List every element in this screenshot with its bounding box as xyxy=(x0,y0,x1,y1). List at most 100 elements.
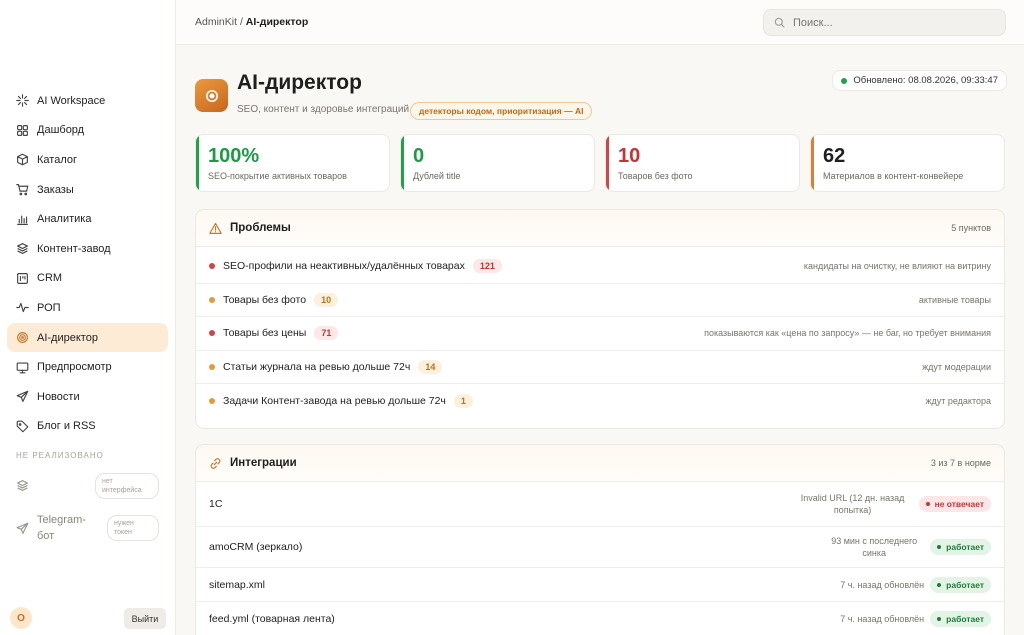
integration-row-amocrm[interactable]: amoCRM (зеркало) 93 мин с последнего син… xyxy=(196,527,1004,568)
status-text: работает xyxy=(946,579,984,590)
stat-value: 10 xyxy=(618,145,641,167)
status-dot-icon xyxy=(937,545,942,549)
problem-row[interactable]: Статьи журнала на ревью дольше 72ч 14 жд… xyxy=(196,351,1004,385)
box-icon xyxy=(17,154,28,166)
status-badge: работает xyxy=(930,611,991,627)
status-badge: работает xyxy=(930,576,991,593)
search-icon xyxy=(774,17,785,28)
problem-note: ждут модерации xyxy=(922,362,991,373)
sidebar-item-label: Предпросмотр xyxy=(37,361,112,374)
search-input[interactable] xyxy=(793,16,973,29)
problem-row[interactable]: SEO-профили на неактивных/удалённых това… xyxy=(196,250,1004,284)
sidebar-item-blog-rss[interactable]: Блог и RSS xyxy=(7,412,168,442)
status-dot-icon xyxy=(937,617,942,621)
target-icon xyxy=(205,89,218,102)
sidebar-item-preview[interactable]: Предпросмотр xyxy=(7,352,168,382)
sidebar-item-telegram-bot: Telegram-бот нужен токен xyxy=(16,512,159,544)
problem-text: Товары без фото xyxy=(223,293,307,306)
integration-name: 1С xyxy=(209,498,223,510)
problem-text: Товары без цены xyxy=(223,327,307,340)
status-dot-icon xyxy=(925,502,930,506)
stat-value: 0 xyxy=(413,145,425,167)
sidebar-item-label: РОП xyxy=(37,301,61,314)
sidebar-item-label: Дашборд xyxy=(37,124,85,137)
panel-meta: 5 пунктов xyxy=(951,223,991,233)
sidebar-item-catalog[interactable]: Каталог xyxy=(7,145,168,175)
sidebar-item-ai-workspace[interactable]: AI Workspace xyxy=(7,86,168,116)
logout-button[interactable]: Выйти xyxy=(124,608,166,629)
breadcrumb-separator: / xyxy=(239,16,243,28)
problems-panel-header: Проблемы 5 пунктов xyxy=(196,210,1004,247)
sidebar-item-crm[interactable]: CRM xyxy=(7,264,168,294)
sidebar-item-rop[interactable]: РОП xyxy=(7,293,168,323)
stat-card-duplicate-titles: 0 Дублей title xyxy=(400,134,595,192)
sidebar-item-label: CRM xyxy=(37,272,63,285)
status-badge: работает xyxy=(930,539,991,555)
problem-count: 14 xyxy=(418,360,443,375)
problem-text: Задачи Контент-завода на ревью дольше 72… xyxy=(223,395,446,408)
kanban-icon xyxy=(17,272,28,284)
status-text: работает xyxy=(946,542,984,552)
problem-row[interactable]: Товары без цены 71 показываются как «цен… xyxy=(196,317,1004,351)
page-subtitle: SEO, контент и здоровье интеграций xyxy=(237,104,410,115)
stat-label: Дублей title xyxy=(413,171,461,181)
sidebar-item-orders[interactable]: Заказы xyxy=(7,175,168,205)
stat-label: Материалов в контент-конвейере xyxy=(823,171,964,181)
problems-panel: Проблемы 5 пунктов SEO-профили на неакти… xyxy=(195,209,1005,429)
integration-name: feed.yml (товарная лента) xyxy=(209,613,335,625)
integration-note: 7 ч. назад обновлён xyxy=(840,579,925,590)
detector-pill: детекторы кодом, приоритизация — AI xyxy=(410,102,593,120)
topbar: AdminKit / AI-директор xyxy=(176,0,1024,45)
integrations-panel-header: Интеграции 3 из 7 в норме xyxy=(196,445,1004,482)
problem-count: 71 xyxy=(314,326,339,341)
stat-value: 62 xyxy=(823,145,846,167)
sidebar-item-label: Контент-завод xyxy=(37,242,111,255)
severity-dot-icon xyxy=(209,263,215,270)
panel-title: Интеграции xyxy=(230,457,297,469)
sidebar-item-ai-director[interactable]: AI-директор xyxy=(7,322,168,353)
sidebar: AI Workspace Дашборд Каталог Заказы Анал… xyxy=(0,0,176,635)
breadcrumb: AdminKit / AI-директор xyxy=(195,16,308,28)
sparkle-icon xyxy=(16,94,29,108)
warning-icon xyxy=(209,222,222,234)
monitor-icon xyxy=(16,362,29,373)
problem-note: показываются как «цена по запросу» — не … xyxy=(704,328,991,339)
status-dot-icon xyxy=(937,582,942,587)
sidebar-item-label: Новости xyxy=(37,390,80,403)
stat-card-seo-coverage: 100% SEO-покрытие активных товаров xyxy=(195,134,390,192)
integration-row-feed[interactable]: feed.yml (товарная лента) 7 ч. назад обн… xyxy=(196,602,1004,635)
stat-card-content-pipeline: 62 Материалов в контент-конвейере xyxy=(810,134,1005,192)
sidebar-item-label: Заказы xyxy=(37,183,74,196)
stat-card-no-photo: 10 Товаров без фото xyxy=(605,134,800,192)
sidebar-item-news[interactable]: Новости xyxy=(7,382,168,412)
send-icon xyxy=(16,390,29,403)
problem-row[interactable]: Товары без фото 10 активные товары xyxy=(196,284,1004,318)
stat-label: Товаров без фото xyxy=(618,171,693,181)
sidebar-item-label: Каталог xyxy=(37,153,77,166)
integration-row-1c[interactable]: 1С Invalid URL (12 дн. назад попытка) не… xyxy=(196,482,1004,527)
send-icon xyxy=(16,522,29,534)
breadcrumb-root[interactable]: AdminKit xyxy=(195,16,237,28)
sidebar-item-label: AI Workspace xyxy=(37,94,106,107)
sidebar-item-dashboard[interactable]: Дашборд xyxy=(7,116,168,146)
not-implemented-badge: нужен токен xyxy=(107,515,159,541)
updated-text: Обновлено: 08.08.2026, 09:33:47 xyxy=(853,75,998,86)
search-box[interactable] xyxy=(763,9,1006,36)
severity-dot-icon xyxy=(209,296,215,303)
sidebar-item-content-factory[interactable]: Контент-завод xyxy=(7,234,168,264)
layers-icon xyxy=(17,480,28,491)
problem-row[interactable]: Задачи Контент-завода на ревью дольше 72… xyxy=(196,384,1004,418)
integration-name: amoCRM (зеркало) xyxy=(209,541,303,553)
layers-icon xyxy=(17,243,28,255)
link-icon xyxy=(210,457,221,469)
sidebar-item-analytics[interactable]: Аналитика xyxy=(7,204,168,234)
problem-count: 10 xyxy=(314,292,339,307)
status-badge: не отвечает xyxy=(918,496,991,512)
problem-text: Статьи журнала на ревью дольше 72ч xyxy=(223,361,411,374)
integration-row-sitemap[interactable]: sitemap.xml 7 ч. назад обновлён работает xyxy=(196,568,1004,602)
not-implemented-badge: нет интерфейса xyxy=(95,472,159,499)
panel-title: Проблемы xyxy=(230,222,291,234)
severity-dot-icon xyxy=(209,364,215,371)
avatar[interactable]: O xyxy=(10,607,32,629)
sidebar-section-label: НЕ РЕАЛИЗОВАНО xyxy=(16,451,104,460)
